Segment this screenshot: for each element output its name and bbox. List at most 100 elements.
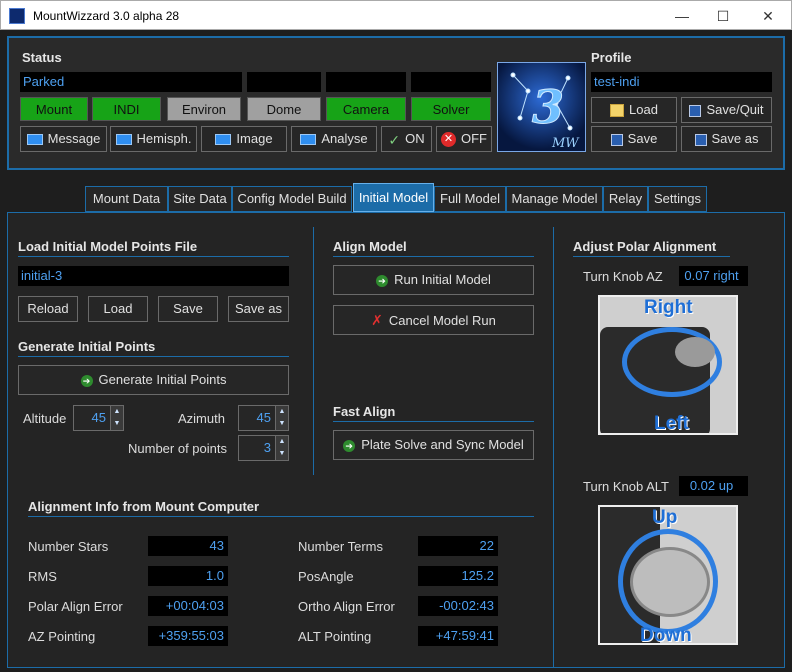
tab-site-data[interactable]: Site Data	[168, 186, 232, 212]
off-label: OFF	[461, 131, 487, 146]
altitude-spinbox[interactable]: 45 ▲ ▼	[73, 405, 124, 431]
floppy-icon	[610, 133, 623, 146]
monitor-icon	[26, 134, 43, 146]
save-points-button[interactable]: Save	[158, 296, 218, 322]
az-right-label: Right	[644, 297, 693, 318]
plate-solve-sync-button[interactable]: ➔ Plate Solve and Sync Model	[333, 430, 534, 460]
image-label: Image	[236, 131, 273, 146]
alt-knob-image: Up Down	[598, 505, 738, 645]
logo-letters: MW	[551, 136, 580, 151]
floppy-icon	[689, 104, 702, 117]
turn-knob-alt-label: Turn Knob ALT	[583, 479, 669, 494]
hemisphere-label: Hemisph.	[136, 131, 192, 146]
altitude-label: Altitude	[23, 411, 67, 426]
error-icon: ✕	[441, 132, 456, 148]
tab-settings[interactable]: Settings	[648, 186, 707, 212]
monitor-icon	[300, 134, 317, 146]
spin-down-icon[interactable]: ▼	[275, 418, 288, 430]
image-button[interactable]: Image	[201, 126, 287, 152]
profile-save-as-button[interactable]: Save as	[681, 126, 772, 152]
tab-relay[interactable]: Relay	[603, 186, 648, 212]
window-title: MountWizzard 3.0 alpha 28	[33, 9, 180, 23]
divider	[18, 256, 289, 257]
polar-align-error-label: Polar Align Error	[28, 599, 123, 614]
number-of-points-spinbox[interactable]: 3 ▲ ▼	[238, 435, 289, 461]
spin-down-icon[interactable]: ▼	[275, 448, 288, 460]
arrow-right-icon: ➔	[376, 274, 389, 287]
hemisphere-button[interactable]: Hemisph.	[110, 126, 197, 152]
turn-knob-az-value: 0.07 right	[679, 266, 748, 286]
spin-up-icon[interactable]: ▲	[275, 406, 288, 418]
spin-up-icon[interactable]: ▲	[110, 406, 123, 418]
tab-full-model[interactable]: Full Model	[434, 186, 506, 212]
minimize-button[interactable]: —	[667, 5, 697, 27]
alt-pointing-label: ALT Pointing	[298, 629, 372, 644]
status-field-2	[247, 72, 321, 92]
profile-name-field[interactable]: test-indi	[591, 72, 772, 92]
message-button[interactable]: Message	[20, 126, 107, 152]
message-label: Message	[47, 131, 101, 146]
title-bar: MountWizzard 3.0 alpha 28 — ☐ ✕	[0, 0, 792, 30]
rotation-arrow-icon	[618, 529, 718, 634]
profile-save-quit-button[interactable]: Save/Quit	[681, 97, 772, 123]
tab-initial-model[interactable]: Initial Model	[353, 183, 434, 212]
analyse-button[interactable]: Analyse	[291, 126, 377, 152]
reload-button[interactable]: Reload	[18, 296, 78, 322]
arrow-right-icon: ➔	[343, 439, 356, 452]
save-as-points-button[interactable]: Save as	[228, 296, 289, 322]
status-badge-dome: Dome	[247, 97, 321, 121]
logo-graphic: 3 MW	[510, 72, 580, 151]
folder-icon	[610, 104, 625, 118]
divider	[18, 356, 289, 357]
divider	[333, 256, 534, 257]
ortho-align-error-label: Ortho Align Error	[298, 599, 395, 614]
polar-align-error-value: +00:04:03	[148, 596, 228, 616]
azimuth-label: Azimuth	[178, 411, 225, 426]
alt-pointing-value: +47:59:41	[418, 626, 498, 646]
on-label: ON	[405, 131, 425, 146]
spin-up-icon[interactable]: ▲	[275, 436, 288, 448]
fast-align-heading: Fast Align	[333, 404, 396, 419]
profile-save-button[interactable]: Save	[591, 126, 677, 152]
cancel-model-run-label: Cancel Model Run	[388, 313, 496, 328]
close-button[interactable]: ✕	[753, 5, 783, 27]
cancel-model-run-button[interactable]: ✗ Cancel Model Run	[333, 305, 534, 335]
tab-mount-data[interactable]: Mount Data	[85, 186, 168, 212]
analyse-label: Analyse	[321, 131, 368, 146]
azimuth-spinbox[interactable]: 45 ▲ ▼	[238, 405, 289, 431]
tab-config-model-build[interactable]: Config Model Build	[232, 186, 352, 212]
az-knob-image: Right Left	[598, 295, 738, 435]
spin-down-icon[interactable]: ▼	[110, 418, 123, 430]
polar-alignment-heading: Adjust Polar Alignment	[573, 239, 717, 254]
logo-number: 3	[532, 80, 564, 134]
status-badge-mount: Mount	[20, 97, 88, 121]
tab-manage-model[interactable]: Manage Model	[506, 186, 603, 212]
rms-label: RMS	[28, 569, 57, 584]
rms-value: 1.0	[148, 566, 228, 586]
run-initial-model-button[interactable]: ➔ Run Initial Model	[333, 265, 534, 295]
points-file-field[interactable]: initial-3	[18, 266, 289, 286]
alignment-info-heading: Alignment Info from Mount Computer	[28, 499, 260, 514]
divider	[333, 421, 534, 422]
status-badge-solver: Solver	[411, 97, 491, 121]
load-points-button[interactable]: Load	[88, 296, 148, 322]
number-stars-label: Number Stars	[28, 539, 109, 554]
alt-down-label: Down	[640, 625, 692, 645]
pos-angle-label: PosAngle	[298, 569, 354, 584]
app-logo: 3 MW	[497, 62, 586, 152]
profile-load-button[interactable]: Load	[591, 97, 677, 123]
status-field-3	[326, 72, 406, 92]
turn-knob-alt-value: 0.02 up	[679, 476, 748, 496]
generate-points-heading: Generate Initial Points	[18, 339, 156, 354]
divider	[28, 516, 534, 517]
vertical-divider	[313, 227, 314, 475]
maximize-button[interactable]: ☐	[708, 5, 738, 27]
monitor-icon	[115, 134, 132, 146]
generate-points-button[interactable]: ➔ Generate Initial Points	[18, 365, 289, 395]
profile-heading: Profile	[591, 50, 632, 65]
mount-state-field: Parked	[20, 72, 242, 92]
knob-shape	[675, 337, 715, 367]
load-points-heading: Load Initial Model Points File	[18, 239, 198, 254]
on-button[interactable]: ✓ ON	[381, 126, 432, 152]
off-button[interactable]: ✕ OFF	[436, 126, 492, 152]
